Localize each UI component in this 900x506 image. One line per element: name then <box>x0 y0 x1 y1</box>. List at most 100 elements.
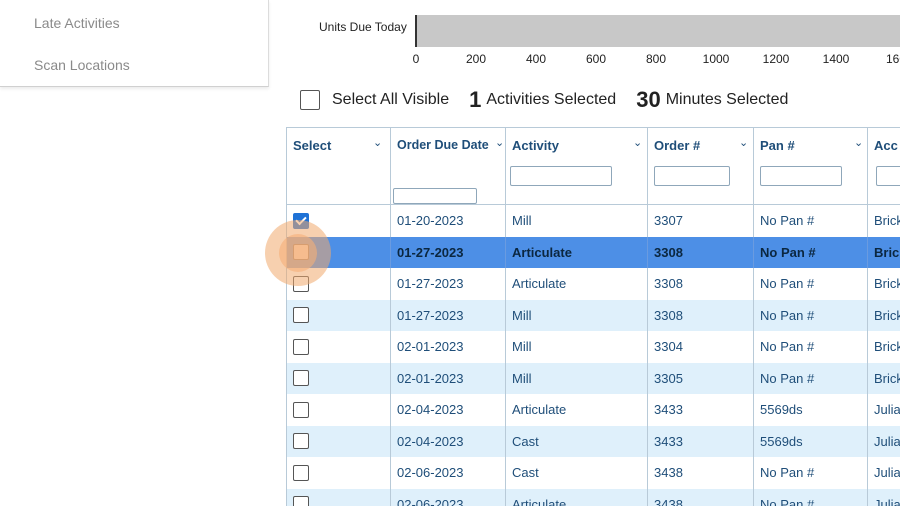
select-cell <box>287 394 391 426</box>
column-title-order: Order # <box>654 138 700 153</box>
selection-summary: Select All Visible 1 Activities Selected… <box>300 86 788 114</box>
cell-order: 3305 <box>648 363 754 395</box>
select-cell <box>287 457 391 489</box>
activities-label: Activities Selected <box>486 91 616 109</box>
cell-due: 02-01-2023 <box>391 331 506 363</box>
cell-acct: Brick <box>868 237 900 269</box>
minutes-count: 30 <box>636 87 660 113</box>
chart-tick-label: 1200 <box>763 52 790 66</box>
chart-category-label: Units Due Today <box>319 20 407 34</box>
cell-order: 3304 <box>648 331 754 363</box>
table-row[interactable]: 01-20-2023Mill3307No Pan #Brick <box>287 205 900 237</box>
table-row[interactable]: 02-06-2023Articulate3438No Pan #Julia <box>287 489 900 506</box>
cell-due: 02-04-2023 <box>391 394 506 426</box>
cell-order: 3308 <box>648 237 754 269</box>
sidebar-item-late-activities[interactable]: Late Activities <box>34 15 120 31</box>
select-all-checkbox[interactable] <box>300 90 320 110</box>
cell-due: 01-27-2023 <box>391 237 506 269</box>
select-cell <box>287 331 391 363</box>
cell-order: 3307 <box>648 205 754 237</box>
row-select-checkbox[interactable] <box>293 433 309 449</box>
table-row[interactable]: 02-01-2023Mill3304No Pan #Brick <box>287 331 900 363</box>
chart-axis-baseline <box>415 15 417 47</box>
select-all-label[interactable]: Select All Visible <box>332 91 449 109</box>
table-row[interactable]: 01-27-2023Articulate3308No Pan #Brick <box>287 268 900 300</box>
cell-pan: No Pan # <box>754 363 868 395</box>
cell-pan: No Pan # <box>754 457 868 489</box>
row-select-checkbox[interactable] <box>293 213 309 229</box>
cell-due: 02-06-2023 <box>391 489 506 506</box>
select-cell <box>287 426 391 458</box>
column-header-pan[interactable]: Pan # ⌄ <box>754 128 868 204</box>
row-select-checkbox[interactable] <box>293 370 309 386</box>
cell-pan: No Pan # <box>754 268 868 300</box>
chevron-down-icon[interactable]: ⌄ <box>495 136 504 149</box>
cell-activity: Articulate <box>506 489 648 506</box>
activity-filter-input[interactable] <box>510 166 612 186</box>
column-header-select[interactable]: Select ⌄ <box>287 128 391 204</box>
column-header-activity[interactable]: Activity ⌄ <box>506 128 648 204</box>
select-cell <box>287 268 391 300</box>
column-header-order[interactable]: Order # ⌄ <box>648 128 754 204</box>
cell-due: 02-06-2023 <box>391 457 506 489</box>
cell-order: 3308 <box>648 268 754 300</box>
cell-activity: Mill <box>506 331 648 363</box>
table-row[interactable]: 02-04-2023Articulate34335569dsJulia <box>287 394 900 426</box>
chart-tick-label: 400 <box>526 52 546 66</box>
row-select-checkbox[interactable] <box>293 402 309 418</box>
cell-pan: No Pan # <box>754 205 868 237</box>
chart-tick-label: 1000 <box>703 52 730 66</box>
minutes-label: Minutes Selected <box>666 91 789 109</box>
column-header-due-date[interactable]: Order Due Date ⌄ <box>391 128 506 204</box>
cell-due: 01-20-2023 <box>391 205 506 237</box>
row-select-checkbox[interactable] <box>293 339 309 355</box>
cell-pan: 5569ds <box>754 426 868 458</box>
cell-activity: Articulate <box>506 237 648 269</box>
select-cell <box>287 489 391 506</box>
pan-filter-input[interactable] <box>760 166 842 186</box>
chart-tick-label: 0 <box>413 52 420 66</box>
column-header-acct[interactable]: Acc <box>868 128 900 204</box>
cell-due: 02-01-2023 <box>391 363 506 395</box>
cell-activity: Mill <box>506 363 648 395</box>
due-date-filter-input[interactable] <box>393 188 477 204</box>
cell-pan: No Pan # <box>754 237 868 269</box>
cell-order: 3438 <box>648 489 754 506</box>
cell-order: 3438 <box>648 457 754 489</box>
cell-due: 02-04-2023 <box>391 426 506 458</box>
chart-tick-label: 160 <box>886 52 900 66</box>
table-row[interactable]: 01-27-2023Mill3308No Pan #Brick <box>287 300 900 332</box>
cell-order: 3433 <box>648 394 754 426</box>
table-row[interactable]: 02-04-2023Cast34335569dsJulia <box>287 426 900 458</box>
chart-tick-label: 1400 <box>823 52 850 66</box>
activities-grid: Select ⌄ Order Due Date ⌄ Activity ⌄ Ord… <box>286 127 900 506</box>
column-title-pan: Pan # <box>760 138 795 153</box>
chevron-down-icon[interactable]: ⌄ <box>854 136 863 149</box>
cell-activity: Articulate <box>506 394 648 426</box>
cell-acct: Brick <box>868 300 900 332</box>
row-select-checkbox[interactable] <box>293 244 309 260</box>
cell-order: 3308 <box>648 300 754 332</box>
table-row[interactable]: 02-01-2023Mill3305No Pan #Brick <box>287 363 900 395</box>
activities-count: 1 <box>469 87 481 113</box>
order-filter-input[interactable] <box>654 166 730 186</box>
chart-plot-area <box>416 15 900 47</box>
sidebar-item-scan-locations[interactable]: Scan Locations <box>34 57 130 73</box>
cell-pan: No Pan # <box>754 300 868 332</box>
row-select-checkbox[interactable] <box>293 465 309 481</box>
row-select-checkbox[interactable] <box>293 307 309 323</box>
column-title-due-date: Order Due Date <box>397 138 489 152</box>
cell-activity: Articulate <box>506 268 648 300</box>
row-select-checkbox[interactable] <box>293 276 309 292</box>
chart-tick-label: 600 <box>586 52 606 66</box>
cell-pan: No Pan # <box>754 489 868 506</box>
chevron-down-icon[interactable]: ⌄ <box>633 136 642 149</box>
acct-filter-input[interactable] <box>876 166 900 186</box>
table-row[interactable]: 02-06-2023Cast3438No Pan #Julia <box>287 457 900 489</box>
table-row[interactable]: 01-27-2023Articulate3308No Pan #Brick <box>287 237 900 269</box>
chevron-down-icon[interactable]: ⌄ <box>373 136 382 149</box>
chevron-down-icon[interactable]: ⌄ <box>739 136 748 149</box>
cell-due: 01-27-2023 <box>391 300 506 332</box>
select-cell <box>287 237 391 269</box>
cell-acct: Julia <box>868 489 900 506</box>
